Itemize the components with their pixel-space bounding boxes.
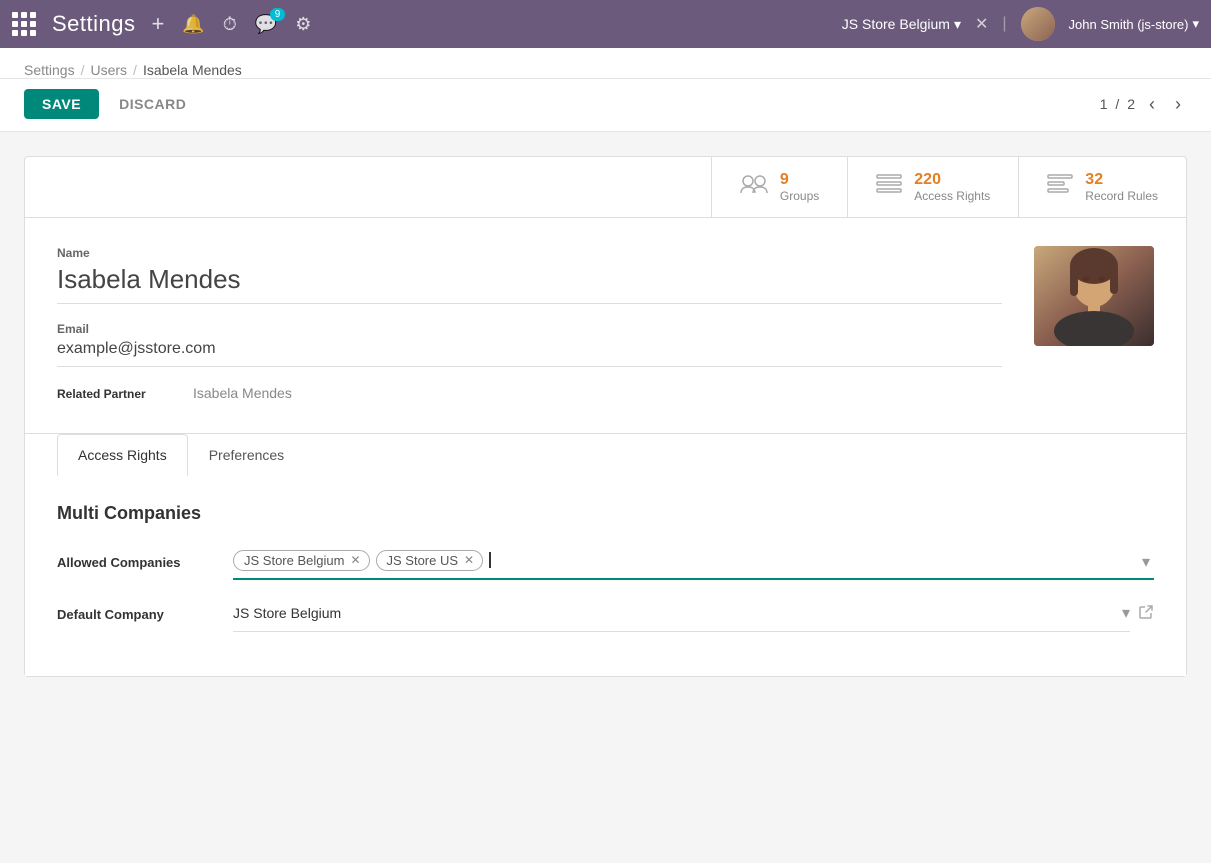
default-company-select[interactable]: JS Store Belgium ▾ <box>233 596 1130 632</box>
x-separator: | <box>1002 15 1006 33</box>
chat-icon[interactable]: 💬 9 <box>255 14 277 35</box>
external-link-icon[interactable] <box>1138 604 1154 624</box>
pager-text: 1 / 2 <box>1100 96 1135 112</box>
pager-total: 2 <box>1127 96 1135 112</box>
tag-label-js-store-us: JS Store US <box>387 553 459 568</box>
user-avatar[interactable] <box>1021 7 1055 41</box>
related-partner-label: Related Partner <box>57 387 177 401</box>
groups-label: Groups <box>780 189 819 203</box>
breadcrumb-sep-2: / <box>133 62 137 78</box>
tab-content-access-rights: Multi Companies Allowed Companies JS Sto… <box>25 475 1186 676</box>
tag-label-js-store-belgium: JS Store Belgium <box>244 553 344 568</box>
topnav-actions: + 🔔 ⏱ 💬 9 ⚙ <box>152 11 826 37</box>
close-icon[interactable]: ✕ <box>975 14 988 34</box>
store-name: JS Store Belgium <box>842 16 950 32</box>
app-grid-icon[interactable] <box>12 12 36 36</box>
bell-icon[interactable]: 🔔 <box>182 14 204 35</box>
pager-prev-button[interactable]: ‹ <box>1143 92 1161 117</box>
settings-icon[interactable]: ⚙ <box>295 14 311 35</box>
user-photo[interactable] <box>1034 246 1154 346</box>
tag-js-store-belgium: JS Store Belgium ✕ <box>233 550 370 571</box>
allowed-companies-label: Allowed Companies <box>57 555 217 570</box>
save-button[interactable]: SAVE <box>24 89 99 119</box>
access-rights-icon <box>876 173 902 201</box>
pager: 1 / 2 ‹ › <box>1100 92 1187 117</box>
allowed-companies-dropdown-icon[interactable]: ▾ <box>1142 552 1150 572</box>
user-menu[interactable]: John Smith (js-store) ▾ <box>1069 16 1199 32</box>
breadcrumb-sep-1: / <box>81 62 85 78</box>
breadcrumb-users[interactable]: Users <box>90 62 127 78</box>
related-partner-value[interactable]: Isabela Mendes <box>193 385 292 401</box>
stat-access-rights[interactable]: 220 Access Rights <box>847 157 1018 217</box>
default-company-dropdown-icon[interactable]: ▾ <box>1122 603 1130 623</box>
top-navigation: Settings + 🔔 ⏱ 💬 9 ⚙ JS Store Belgium ▾ … <box>0 0 1211 48</box>
access-rights-count: 220 <box>914 171 990 189</box>
tag-remove-js-store-belgium[interactable]: ✕ <box>350 553 360 567</box>
user-name: John Smith (js-store) <box>1069 17 1189 32</box>
stat-groups[interactable]: 9 Groups <box>711 157 847 217</box>
clock-icon[interactable]: ⏱ <box>223 14 237 35</box>
record-rules-info: 32 Record Rules <box>1085 171 1158 203</box>
tag-js-store-us: JS Store US ✕ <box>376 550 484 571</box>
pager-sep: / <box>1115 96 1119 112</box>
store-selector[interactable]: JS Store Belgium ▾ <box>842 16 961 33</box>
store-dropdown-icon: ▾ <box>954 16 961 33</box>
related-partner-row: Related Partner Isabela Mendes <box>57 385 1002 401</box>
form-avatar <box>1034 246 1154 409</box>
allowed-companies-input: JS Store Belgium ✕ JS Store US ✕ ▾ <box>233 544 1154 580</box>
breadcrumb-settings[interactable]: Settings <box>24 62 75 78</box>
form-area: Name Isabela Mendes Email example@jsstor… <box>25 218 1186 433</box>
name-label: Name <box>57 246 1002 260</box>
record-rules-label: Record Rules <box>1085 189 1158 203</box>
pager-next-button[interactable]: › <box>1169 92 1187 117</box>
form-main: Name Isabela Mendes Email example@jsstor… <box>57 246 1002 409</box>
stat-record-rules[interactable]: 32 Record Rules <box>1018 157 1186 217</box>
default-company-group: Default Company JS Store Belgium ▾ <box>57 596 1154 632</box>
section-title-multi-companies: Multi Companies <box>57 503 1154 524</box>
chat-badge: 9 <box>270 8 286 21</box>
record-rules-count: 32 <box>1085 171 1158 189</box>
text-cursor <box>489 552 491 568</box>
breadcrumb-current: Isabela Mendes <box>143 62 242 78</box>
default-company-label: Default Company <box>57 607 217 622</box>
allowed-companies-tags-input[interactable]: JS Store Belgium ✕ JS Store US ✕ <box>233 544 1154 580</box>
breadcrumb: Settings / Users / Isabela Mendes <box>24 62 1187 78</box>
topnav-right: JS Store Belgium ▾ ✕ | John Smith (js-st… <box>842 7 1199 41</box>
breadcrumb-toolbar-bar: Settings / Users / Isabela Mendes <box>0 48 1211 79</box>
groups-count: 9 <box>780 171 819 189</box>
discard-button[interactable]: DISCARD <box>111 89 194 119</box>
tab-access-rights[interactable]: Access Rights <box>57 434 188 476</box>
user-dropdown-icon: ▾ <box>1192 16 1199 32</box>
default-company-value: JS Store Belgium <box>233 605 1122 621</box>
stats-placeholder <box>25 157 711 217</box>
tag-remove-js-store-us[interactable]: ✕ <box>464 553 474 567</box>
user-card: 9 Groups 220 Access Rights <box>24 156 1187 677</box>
avatar-image <box>1021 7 1055 41</box>
allowed-companies-group: Allowed Companies JS Store Belgium ✕ JS … <box>57 544 1154 580</box>
default-company-input: JS Store Belgium ▾ <box>233 596 1154 632</box>
access-rights-label: Access Rights <box>914 189 990 203</box>
email-label: Email <box>57 322 1002 336</box>
tabs-bar: Access Rights Preferences <box>25 433 1186 475</box>
pager-current: 1 <box>1100 96 1108 112</box>
stats-row: 9 Groups 220 Access Rights <box>25 157 1186 218</box>
record-rules-icon <box>1047 173 1073 201</box>
app-title: Settings <box>52 11 136 37</box>
tab-preferences[interactable]: Preferences <box>188 434 305 476</box>
access-rights-info: 220 Access Rights <box>914 171 990 203</box>
toolbar: SAVE DISCARD 1 / 2 ‹ › <box>0 79 1211 132</box>
groups-icon <box>740 173 768 201</box>
plus-icon[interactable]: + <box>152 11 165 37</box>
email-value[interactable]: example@jsstore.com <box>57 340 1002 367</box>
main-content: 9 Groups 220 Access Rights <box>0 132 1211 701</box>
groups-info: 9 Groups <box>780 171 819 203</box>
name-value[interactable]: Isabela Mendes <box>57 264 1002 304</box>
